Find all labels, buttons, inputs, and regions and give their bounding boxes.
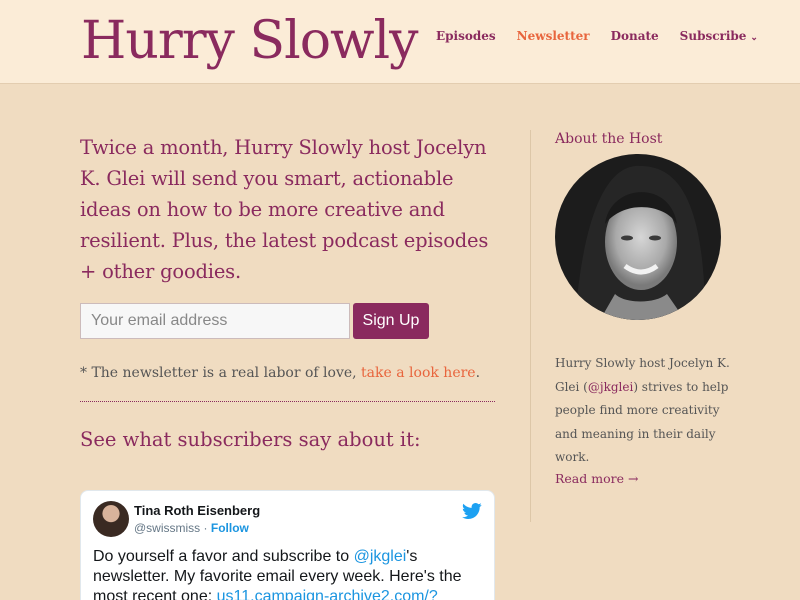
- host-portrait-image: [555, 154, 721, 320]
- tweet-text: Do yourself a favor and subscribe to @jk…: [93, 547, 483, 600]
- main-nav: Episodes Newsletter Donate Subscribe ⌄: [436, 27, 758, 47]
- twitter-bird-icon[interactable]: [462, 501, 482, 521]
- take-a-look-link[interactable]: take a look here: [361, 365, 476, 381]
- tweet-author-name[interactable]: Tina Roth Eisenberg: [134, 503, 260, 518]
- nav-donate[interactable]: Donate: [611, 27, 659, 47]
- site-header: Hurry Slowly Episodes Newsletter Donate …: [0, 0, 800, 84]
- nav-subscribe[interactable]: Subscribe ⌄: [680, 27, 758, 47]
- nav-subscribe-label: Subscribe: [679, 29, 747, 43]
- nav-newsletter[interactable]: Newsletter: [517, 27, 590, 47]
- signup-form: Sign Up: [80, 303, 495, 339]
- tweet-handle-text[interactable]: @swissmiss: [134, 521, 200, 535]
- newsletter-intro: Twice a month, Hurry Slowly host Jocelyn…: [80, 136, 489, 283]
- host-bio: Hurry Slowly host Jocelyn K. Glei (@jkgl…: [555, 352, 730, 470]
- tweet-url-link[interactable]: us11.campaign-archive2.com/?: [217, 588, 438, 600]
- tweet-text-part-1: Do yourself a favor and subscribe to: [93, 548, 354, 565]
- email-input[interactable]: [80, 303, 350, 339]
- tweet-separator: ·: [200, 521, 211, 535]
- chevron-down-icon: ⌄: [750, 33, 758, 43]
- testimonials-title: See what subscribers say about it:: [80, 428, 421, 451]
- newsletter-note: * The newsletter is a real labor of love…: [80, 363, 495, 383]
- embedded-tweet[interactable]: Tina Roth Eisenberg @swissmiss · Follow …: [80, 490, 495, 600]
- newsletter-main: Twice a month, Hurry Slowly host Jocelyn…: [80, 132, 495, 451]
- sidebar: About the Host Hurry Slowly host Jocelyn…: [530, 130, 730, 522]
- sidebar-title: About the Host: [555, 131, 663, 147]
- divider: [80, 401, 495, 402]
- avatar[interactable]: [93, 501, 129, 537]
- tweet-mention-link[interactable]: @jkglei: [354, 548, 407, 565]
- read-more-link[interactable]: Read more →: [555, 471, 730, 486]
- note-suffix: .: [475, 365, 481, 381]
- tweet-author-handle: @swissmiss · Follow: [134, 521, 249, 535]
- tweet-follow-link[interactable]: Follow: [211, 521, 249, 535]
- site-logo[interactable]: Hurry Slowly: [81, 6, 419, 76]
- nav-episodes[interactable]: Episodes: [436, 27, 496, 47]
- host-photo: [555, 154, 721, 320]
- host-handle-link[interactable]: @jkglei: [588, 380, 633, 394]
- signup-button[interactable]: Sign Up: [353, 303, 429, 339]
- note-prefix: * The newsletter is a real labor of love…: [80, 365, 362, 381]
